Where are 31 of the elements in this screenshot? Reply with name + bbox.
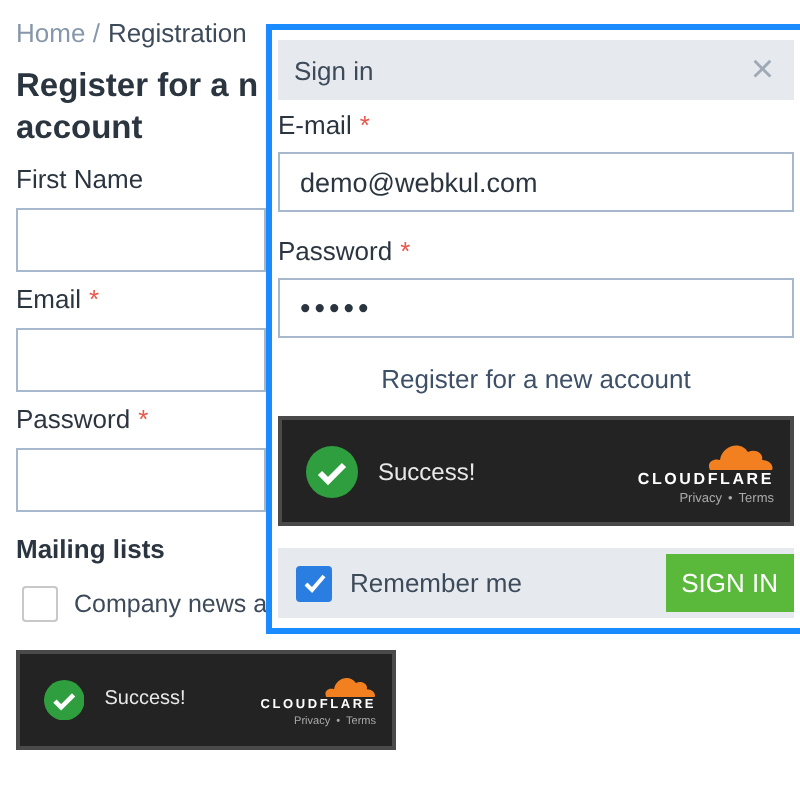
checkbox[interactable] bbox=[22, 586, 58, 622]
required-mark: * bbox=[89, 284, 100, 316]
checkbox[interactable] bbox=[296, 565, 332, 602]
success-check-icon bbox=[306, 445, 358, 498]
success-check-icon bbox=[44, 679, 85, 721]
cloud-logo-icon bbox=[319, 672, 376, 698]
input-field[interactable]: demo@webkul.com bbox=[278, 152, 794, 213]
checkbox-label: Company news a bbox=[74, 590, 268, 618]
breadcrumb-current: Registration bbox=[107, 18, 247, 50]
captcha-status: Success! bbox=[378, 457, 476, 486]
required-mark: * bbox=[400, 236, 411, 269]
check-icon bbox=[301, 570, 327, 597]
input-field[interactable] bbox=[16, 208, 266, 272]
captcha-status: Success! bbox=[104, 688, 186, 711]
field-label: Password bbox=[16, 404, 131, 436]
register-link[interactable]: Register for a new account bbox=[381, 364, 691, 395]
brand-name: CLOUDFLARE bbox=[637, 469, 774, 488]
field-label: Email bbox=[16, 284, 82, 316]
page-heading: Register for a n bbox=[16, 66, 259, 108]
required-mark: * bbox=[138, 404, 149, 436]
password-field[interactable]: ••••• bbox=[278, 278, 794, 339]
field-label: First Name bbox=[16, 164, 144, 196]
input-field[interactable] bbox=[16, 448, 266, 512]
field-label: E-mail bbox=[278, 110, 352, 143]
checkbox-label: Remember me bbox=[350, 568, 522, 599]
required-mark: * bbox=[359, 110, 370, 143]
section-title: Mailing lists bbox=[16, 534, 165, 566]
field-label: Password bbox=[278, 236, 393, 269]
input-field[interactable] bbox=[16, 328, 266, 392]
page-heading: account bbox=[16, 108, 143, 150]
dialog-title: Sign in bbox=[294, 55, 374, 86]
